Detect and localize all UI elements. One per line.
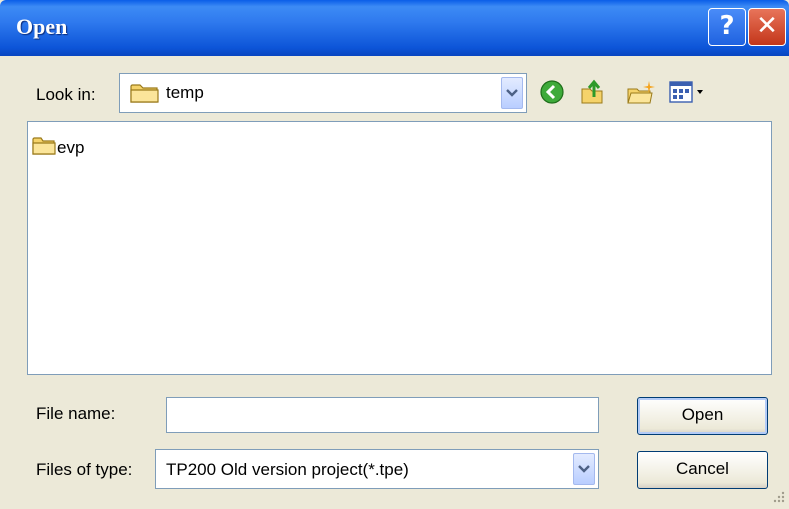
back-icon[interactable] bbox=[539, 79, 565, 110]
close-icon: ✕ bbox=[756, 11, 778, 41]
look-in-label: Look in: bbox=[36, 85, 96, 104]
new-folder-icon[interactable] bbox=[626, 79, 656, 110]
help-button[interactable]: ? bbox=[708, 8, 746, 46]
look-in-dropdown[interactable]: temp bbox=[119, 73, 527, 113]
file-type-label: Files of type: bbox=[36, 460, 133, 479]
folder-icon bbox=[130, 82, 160, 109]
open-button[interactable]: Open bbox=[637, 397, 768, 435]
chevron-down-icon bbox=[578, 465, 590, 473]
dialog-title: Open bbox=[16, 14, 68, 39]
file-name-label: File name: bbox=[36, 404, 116, 423]
up-folder-icon[interactable] bbox=[580, 79, 608, 110]
file-type-value: TP200 Old version project(*.tpe) bbox=[166, 460, 409, 479]
look-in-dropdown-button[interactable] bbox=[501, 77, 523, 109]
folder-icon bbox=[32, 137, 56, 155]
file-name-input[interactable] bbox=[166, 397, 599, 433]
title-bar[interactable]: Open ? ✕ bbox=[0, 0, 789, 56]
close-button[interactable]: ✕ bbox=[748, 8, 786, 46]
open-dialog: Open ? ✕ Look in: temp evp File name: Fi… bbox=[0, 0, 789, 506]
file-type-dropdown-button[interactable] bbox=[573, 453, 595, 485]
list-item-label: evp bbox=[57, 138, 85, 157]
chevron-down-icon bbox=[506, 89, 518, 97]
help-icon: ? bbox=[719, 11, 735, 41]
look-in-value: temp bbox=[166, 83, 204, 102]
file-list[interactable]: evp bbox=[27, 121, 772, 375]
file-type-dropdown[interactable]: TP200 Old version project(*.tpe) bbox=[155, 449, 599, 489]
cancel-button[interactable]: Cancel bbox=[637, 451, 768, 489]
view-menu-icon[interactable] bbox=[668, 79, 708, 110]
